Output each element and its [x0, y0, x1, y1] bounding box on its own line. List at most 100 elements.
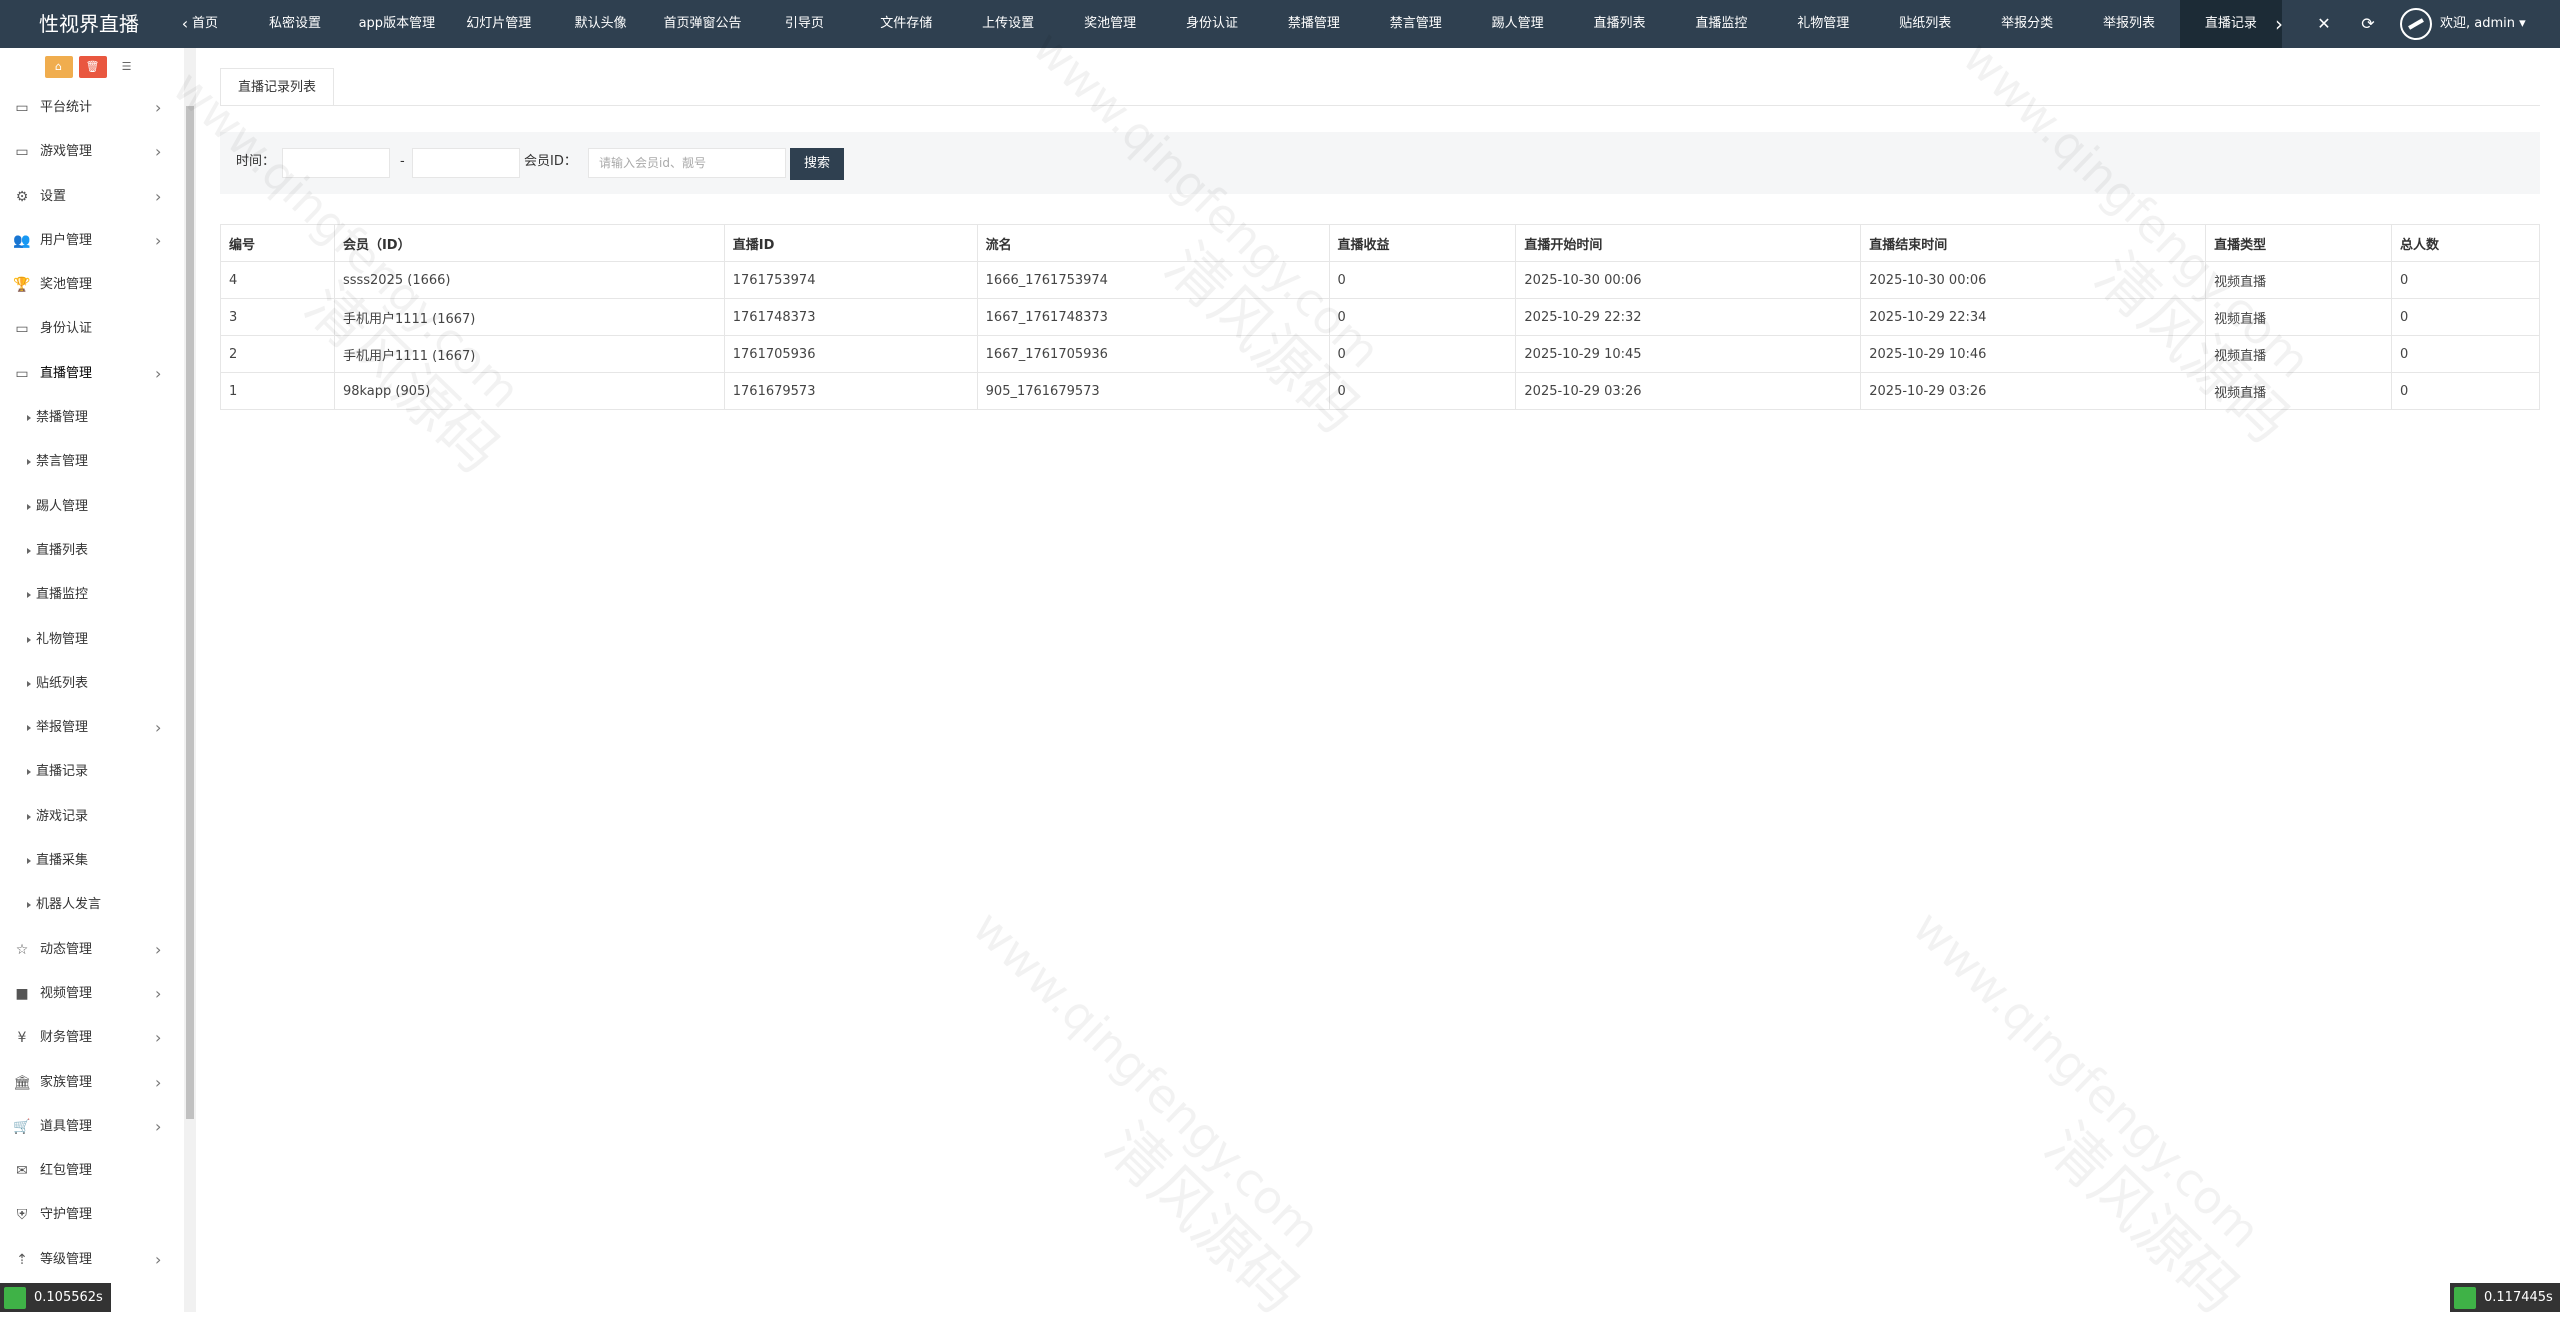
debug-timer-right[interactable]: 0.117445s	[2450, 1283, 2560, 1312]
tab-10[interactable]: 身份认证	[1161, 0, 1263, 48]
top-navbar: 性视界直播 ‹ 首页 私密设置 app版本管理 幻灯片管理 默认头像 首页弹窗公告 引导页文…	[0, 0, 2560, 48]
user-menu[interactable]: 欢迎, admin ▾	[2400, 0, 2526, 48]
tab-15[interactable]: 直播监控	[1670, 0, 1772, 48]
sidebar-item[interactable]: 🏆 奖池管理	[0, 263, 185, 307]
sidebar-item-label: 举报管理	[36, 720, 89, 736]
sidebar-item[interactable]: 礼物管理	[0, 618, 185, 662]
tab-16[interactable]: 礼物管理	[1772, 0, 1874, 48]
leaf-icon	[2454, 1287, 2476, 1309]
tabs-next-button[interactable]: ›	[2264, 0, 2294, 48]
sidebar-item[interactable]: 禁言管理	[0, 440, 185, 484]
tab-11[interactable]: 禁播管理	[1263, 0, 1365, 48]
home-button[interactable]: ⌂	[44, 56, 73, 78]
tab-divider	[220, 105, 2540, 106]
sidebar-item[interactable]: 机器人发言	[0, 883, 185, 927]
close-tabs-button[interactable]: ✕	[2304, 0, 2344, 48]
sidebar-item[interactable]: 踢人管理	[0, 485, 185, 529]
sidebar-item-label: 动态管理	[40, 941, 93, 957]
tab-17[interactable]: 贴纸列表	[1874, 0, 1976, 48]
main-content: 直播记录列表 时间： - 会员ID： 请输入会员id、靓号 搜索 编号 会员（ID…	[196, 48, 2560, 1312]
trash-icon: 🗑	[85, 60, 100, 73]
sidebar-item[interactable]: 举报管理 ›	[0, 706, 185, 750]
user-menu-label: 欢迎, admin ▾	[2440, 16, 2526, 31]
sidebar-item-label: 奖池管理	[40, 277, 93, 293]
tab-5[interactable]: 首页弹窗公告	[652, 0, 754, 48]
sidebar-item[interactable]: 贴纸列表	[0, 662, 185, 706]
tab-1[interactable]: 私密设置	[244, 0, 346, 48]
table-row[interactable]: 3 手机用户1111 (1667) 1761748373 1667_176174837…	[220, 298, 2540, 336]
sidebar-item[interactable]: ⛨ 守护管理	[0, 1193, 185, 1237]
video-icon: ■	[15, 985, 29, 1002]
sidebar-item[interactable]: ■ 视频管理 ›	[0, 972, 185, 1016]
sidebar-item[interactable]: ▭ 平台统计 ›	[0, 86, 185, 130]
chevron-right-icon: ›	[155, 186, 162, 206]
monitor-icon: ▭	[15, 144, 29, 161]
sidebar-item[interactable]: 直播监控	[0, 573, 185, 617]
tabs-prev-button[interactable]: ‹	[178, 0, 192, 48]
sidebar-item[interactable]: 直播采集	[0, 839, 185, 883]
table-cell: 905_1761679573	[976, 372, 1330, 410]
tab-12[interactable]: 禁言管理	[1365, 0, 1467, 48]
sidebar-toolbar: ⌂ 🗑 ☰	[0, 48, 185, 86]
tab-6[interactable]: 引导页	[753, 0, 855, 48]
users-icon: 👥	[13, 232, 31, 249]
debug-timer-left[interactable]: 0.105562s	[0, 1283, 111, 1312]
sidebar-scrollbar[interactable]	[184, 48, 196, 1312]
tab-19[interactable]: 举报列表	[2078, 0, 2180, 48]
tab-4[interactable]: 默认头像	[550, 0, 652, 48]
table-cell: 视频直播	[2205, 298, 2392, 336]
table-header-row: 编号 会员（ID） 直播ID 流名 直播收益 直播开始时间 直播结束时间 直播类型 总人数	[220, 224, 2540, 262]
table-cell: 手机用户1111 (1667)	[333, 298, 725, 336]
end-time-input[interactable]	[412, 148, 520, 178]
refresh-button[interactable]: ⟳	[2348, 0, 2388, 48]
sidebar-item[interactable]: ☆ 动态管理 ›	[0, 928, 185, 972]
member-id-input[interactable]: 请输入会员id、靓号	[588, 148, 786, 178]
sidebar-item[interactable]: 🛒 道具管理 ›	[0, 1105, 185, 1149]
sidebar-item[interactable]: ▭ 身份认证	[0, 307, 185, 351]
table-row[interactable]: 1 98kapp (905) 1761679573 905_1761679573 0 20…	[220, 372, 2540, 410]
tab-18[interactable]: 举报分类	[1976, 0, 2078, 48]
chevron-right-icon: ›	[155, 1116, 162, 1136]
sidebar-item[interactable]: 直播记录	[0, 750, 185, 794]
scrollbar-thumb[interactable]	[186, 106, 194, 1119]
table-cell: 1761753974	[723, 261, 978, 299]
start-time-input[interactable]	[282, 148, 390, 178]
tab-9[interactable]: 奖池管理	[1059, 0, 1161, 48]
sidebar-item[interactable]: 🏛 家族管理 ›	[0, 1061, 185, 1105]
table-row[interactable]: 4 ssss2025 (1666) 1761753974 1666_176175397…	[220, 261, 2540, 299]
tab-14[interactable]: 直播列表	[1569, 0, 1671, 48]
table-header-cell: 编号	[220, 224, 335, 262]
sidebar-item[interactable]: ⚙ 设置 ›	[0, 175, 185, 219]
chevron-left-icon: ‹	[181, 14, 189, 33]
sidebar-item[interactable]: 游戏记录	[0, 795, 185, 839]
sidebar-item[interactable]: ▭ 游戏管理 ›	[0, 130, 185, 174]
table-cell: 2025-10-29 22:34	[1860, 298, 2207, 336]
tab-live-records[interactable]: 直播记录列表	[220, 68, 334, 106]
sidebar-item[interactable]: 👥 用户管理 ›	[0, 219, 185, 263]
menu-toggle-button[interactable]: ☰	[112, 56, 141, 78]
tab-3[interactable]: 幻灯片管理	[448, 0, 550, 48]
sidebar-item[interactable]: ⇡ 等级管理 ›	[0, 1238, 185, 1282]
time-label: 时间：	[236, 154, 276, 169]
live-records-table: 编号 会员（ID） 直播ID 流名 直播收益 直播开始时间 直播结束时间 直播类型 总人数 4s…	[220, 224, 2540, 410]
tab-13[interactable]: 踢人管理	[1467, 0, 1569, 48]
sidebar-item[interactable]: 直播列表	[0, 529, 185, 573]
leaf-icon	[4, 1287, 26, 1309]
sidebar-item[interactable]: ✉ 红包管理	[0, 1149, 185, 1193]
search-button[interactable]: 搜索	[790, 148, 844, 180]
timer-value: 0.117445s	[2484, 1290, 2553, 1305]
tab-2[interactable]: app版本管理	[346, 0, 448, 48]
sidebar-item-label: 财务管理	[40, 1030, 93, 1046]
tab-8[interactable]: 上传设置	[957, 0, 1059, 48]
table-header-cell: 直播结束时间	[1860, 224, 2207, 262]
sidebar-item[interactable]: ▭ 直播管理 ›	[0, 352, 185, 396]
table-cell: 1	[220, 372, 335, 410]
table-cell: 2	[220, 335, 335, 373]
chevron-right-icon: ›	[155, 1249, 162, 1269]
tab-7[interactable]: 文件存储	[855, 0, 957, 48]
table-row[interactable]: 2 手机用户1111 (1667) 1761705936 1667_176170593…	[220, 335, 2540, 373]
trash-button[interactable]: 🗑	[78, 56, 107, 78]
tab-0[interactable]: 首页	[192, 0, 244, 48]
sidebar-item[interactable]: ¥ 财务管理 ›	[0, 1016, 185, 1060]
sidebar-item[interactable]: 禁播管理	[0, 396, 185, 440]
